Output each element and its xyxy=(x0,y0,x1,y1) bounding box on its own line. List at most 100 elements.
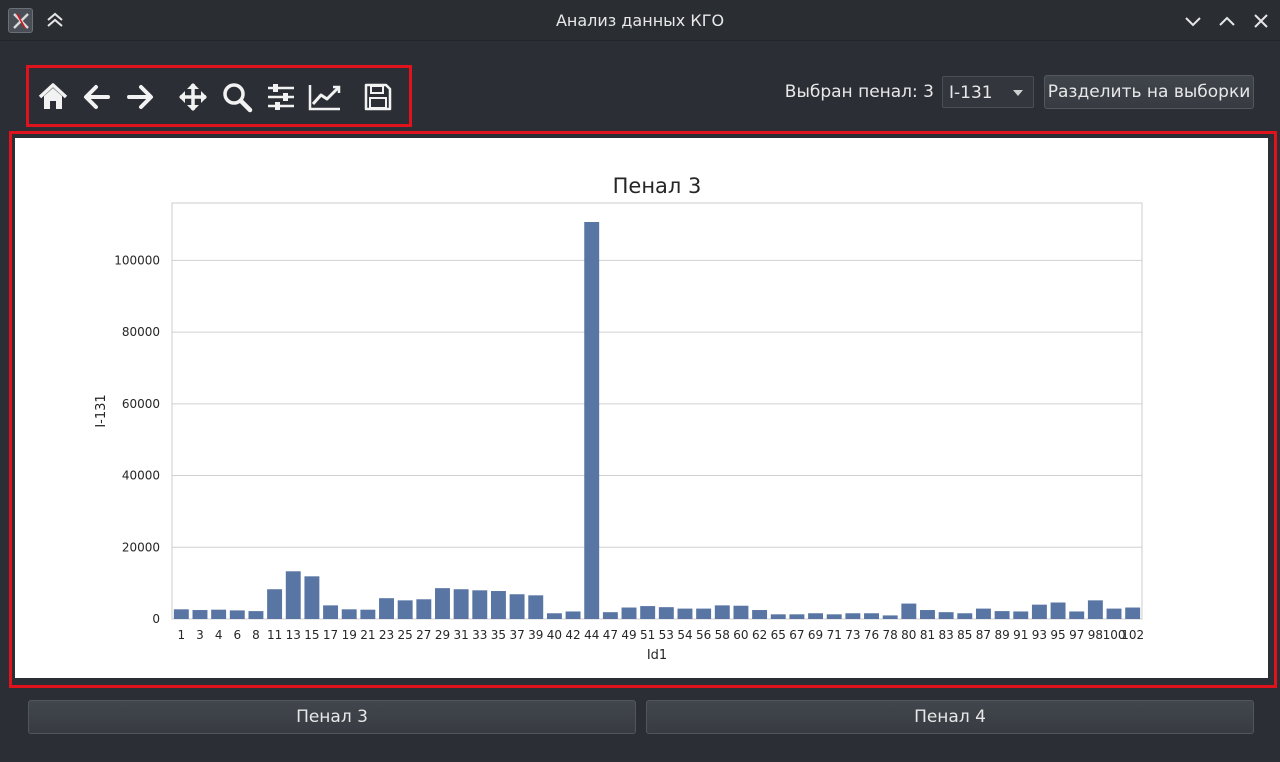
x-tick-label: 23 xyxy=(379,628,394,642)
chevron-down-icon xyxy=(1013,90,1023,96)
bar xyxy=(546,613,562,619)
bar xyxy=(975,608,991,619)
y-tick-label: 60000 xyxy=(122,397,160,411)
x-tick-label: 56 xyxy=(696,628,711,642)
bar xyxy=(714,605,730,619)
x-tick-label: 31 xyxy=(453,628,468,642)
x-tick-label: 102 xyxy=(1121,628,1144,642)
x-tick-label: 62 xyxy=(752,628,767,642)
x-tick-label: 81 xyxy=(920,628,935,642)
plot-frame xyxy=(171,202,1143,620)
x-tick-label: 93 xyxy=(1032,628,1047,642)
save-floppy-icon[interactable] xyxy=(360,80,396,114)
bar xyxy=(528,595,544,619)
bar xyxy=(490,591,506,619)
x-tick-label: 39 xyxy=(528,628,543,642)
isotope-select[interactable]: I-131 xyxy=(942,76,1034,108)
axes-lines-icon[interactable] xyxy=(307,80,343,114)
x-tick-label: 97 xyxy=(1069,628,1084,642)
bar xyxy=(379,598,394,619)
bar xyxy=(285,571,301,619)
bar xyxy=(248,611,264,619)
x-tick-label: 51 xyxy=(640,628,655,642)
bar xyxy=(472,590,488,619)
penal-3-button[interactable]: Пенал 3 xyxy=(28,700,636,734)
home-icon[interactable] xyxy=(35,80,71,114)
bar xyxy=(920,610,935,619)
bar xyxy=(1050,602,1066,619)
y-tick-label: 0 xyxy=(152,612,160,626)
back-arrow-icon[interactable] xyxy=(79,80,115,114)
bar xyxy=(453,589,469,619)
x-tick-label: 33 xyxy=(472,628,487,642)
bar xyxy=(435,588,450,619)
bar xyxy=(621,607,637,619)
x-tick-label: 58 xyxy=(715,628,730,642)
bar xyxy=(658,607,674,619)
maximize-icon[interactable] xyxy=(1216,10,1238,32)
x-tick-label: 98 xyxy=(1088,628,1103,642)
y-tick-label: 100000 xyxy=(114,253,160,267)
bar xyxy=(1013,611,1029,619)
chart-canvas[interactable]: 0 20000 40000 60000 80000 100000 1 3 4 6 8 11 13 15 17… xyxy=(15,138,1268,678)
bar xyxy=(845,613,861,619)
window-title: Анализ данных КГО xyxy=(555,11,725,30)
chart-title: Пенал 3 xyxy=(613,174,702,198)
x-tick-label: 8 xyxy=(252,628,260,642)
x-tick-label: 49 xyxy=(621,628,636,642)
bar xyxy=(957,613,973,619)
x-tick-label: 19 xyxy=(342,628,357,642)
y-tick-label: 40000 xyxy=(122,469,160,483)
x-tick-label: 60 xyxy=(733,628,748,642)
bar xyxy=(304,576,320,619)
bar xyxy=(752,610,768,619)
minimize-icon[interactable] xyxy=(1182,10,1204,32)
x-tick-label: 85 xyxy=(957,628,972,642)
x-tick-label: 21 xyxy=(360,628,375,642)
bar xyxy=(789,614,805,619)
bar xyxy=(901,603,917,619)
x-tick-label: 1 xyxy=(178,628,186,642)
bar xyxy=(173,609,189,619)
x-tick-label: 53 xyxy=(659,628,674,642)
x-tick-label: 42 xyxy=(565,628,580,642)
navigation-toolbar xyxy=(26,65,412,127)
x-tick-label: 73 xyxy=(845,628,860,642)
x-tick-label: 95 xyxy=(1050,628,1065,642)
x-tick-label: 67 xyxy=(789,628,804,642)
x-tick-label: 65 xyxy=(771,628,786,642)
split-samples-button[interactable]: Разделить на выборки xyxy=(1044,75,1254,109)
bar xyxy=(1069,611,1085,619)
x-tick-label: 87 xyxy=(976,628,991,642)
bar xyxy=(323,605,339,619)
bar xyxy=(341,609,357,619)
bar xyxy=(211,609,227,619)
x-tick-label: 71 xyxy=(827,628,842,642)
x-tick-label: 37 xyxy=(509,628,524,642)
x-tick-label: 35 xyxy=(491,628,506,642)
penal-4-button[interactable]: Пенал 4 xyxy=(646,700,1254,734)
bar xyxy=(882,615,898,619)
close-icon[interactable] xyxy=(1250,10,1272,32)
subplots-sliders-icon[interactable] xyxy=(263,80,299,114)
bar xyxy=(1106,608,1122,619)
x-tick-label: 25 xyxy=(398,628,413,642)
title-bar: Анализ данных КГО xyxy=(0,0,1280,41)
bar xyxy=(677,608,693,619)
x-tick-label: 54 xyxy=(677,628,692,642)
forward-arrow-icon[interactable] xyxy=(122,80,158,114)
y-axis-label: I-131 xyxy=(94,394,109,427)
bar-chart: 0200004000060000800001000001 3 4 6 8 11 13 15 17… xyxy=(94,174,1144,663)
x-tick-label: 76 xyxy=(864,628,879,642)
bar xyxy=(509,594,525,619)
bar xyxy=(584,222,600,619)
zoom-magnifier-icon[interactable] xyxy=(219,80,255,114)
x-tick-label: 15 xyxy=(304,628,319,642)
x-tick-label: 6 xyxy=(233,628,241,642)
pan-move-icon[interactable] xyxy=(175,80,211,114)
bar xyxy=(192,610,208,619)
x-tick-label: 27 xyxy=(416,628,431,642)
bar xyxy=(565,611,581,619)
x-tick-label: 91 xyxy=(1013,628,1028,642)
bar xyxy=(938,612,954,619)
